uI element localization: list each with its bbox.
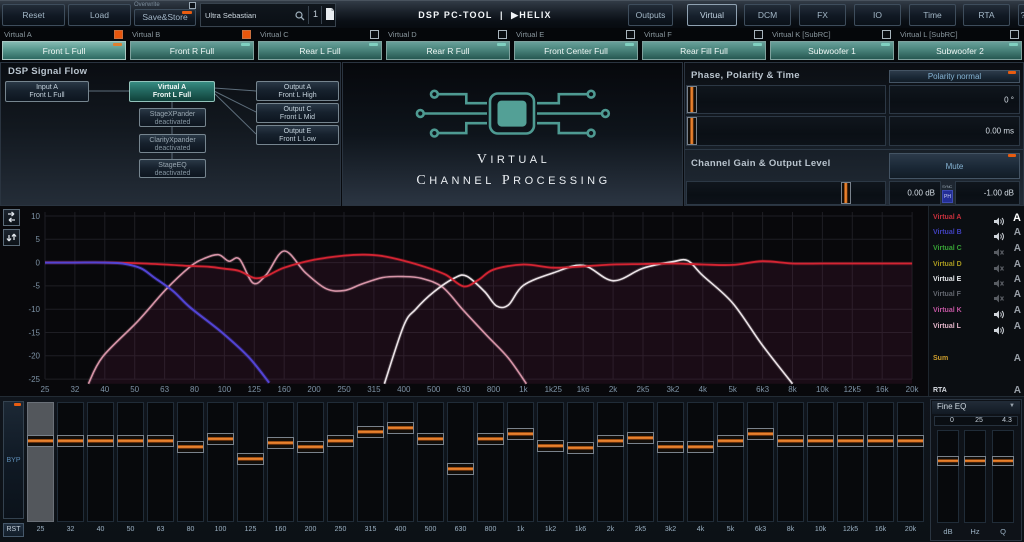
svg-text:63: 63 bbox=[160, 385, 169, 394]
svg-text:2k: 2k bbox=[609, 385, 618, 394]
svg-text:40: 40 bbox=[100, 385, 109, 394]
svg-text:800: 800 bbox=[487, 385, 501, 394]
svg-text:6k3: 6k3 bbox=[756, 385, 769, 394]
svg-text:315: 315 bbox=[367, 385, 381, 394]
svg-text:25: 25 bbox=[41, 385, 50, 394]
svg-text:20k: 20k bbox=[906, 385, 920, 394]
svg-text:500: 500 bbox=[427, 385, 441, 394]
svg-text:0: 0 bbox=[36, 258, 41, 267]
svg-text:8k: 8k bbox=[788, 385, 797, 394]
svg-text:32: 32 bbox=[70, 385, 79, 394]
svg-text:16k: 16k bbox=[876, 385, 890, 394]
svg-text:125: 125 bbox=[248, 385, 262, 394]
svg-text:2k5: 2k5 bbox=[637, 385, 650, 394]
svg-text:1k25: 1k25 bbox=[545, 385, 563, 394]
svg-text:1k: 1k bbox=[519, 385, 528, 394]
svg-text:250: 250 bbox=[337, 385, 351, 394]
svg-text:10k: 10k bbox=[816, 385, 830, 394]
svg-text:-10: -10 bbox=[28, 305, 40, 314]
svg-text:-5: -5 bbox=[33, 282, 41, 291]
svg-text:-20: -20 bbox=[28, 352, 40, 361]
svg-text:160: 160 bbox=[278, 385, 292, 394]
svg-text:3k2: 3k2 bbox=[666, 385, 679, 394]
svg-text:80: 80 bbox=[190, 385, 199, 394]
svg-text:4k: 4k bbox=[699, 385, 708, 394]
svg-text:50: 50 bbox=[130, 385, 139, 394]
svg-text:12k5: 12k5 bbox=[844, 385, 862, 394]
svg-text:1k6: 1k6 bbox=[577, 385, 590, 394]
svg-text:400: 400 bbox=[397, 385, 411, 394]
svg-text:100: 100 bbox=[218, 385, 232, 394]
svg-text:630: 630 bbox=[457, 385, 471, 394]
svg-text:5k: 5k bbox=[728, 385, 737, 394]
svg-text:-25: -25 bbox=[28, 375, 40, 384]
svg-text:200: 200 bbox=[307, 385, 321, 394]
svg-text:5: 5 bbox=[36, 235, 41, 244]
svg-text:10: 10 bbox=[31, 212, 40, 221]
svg-text:-15: -15 bbox=[28, 328, 40, 337]
